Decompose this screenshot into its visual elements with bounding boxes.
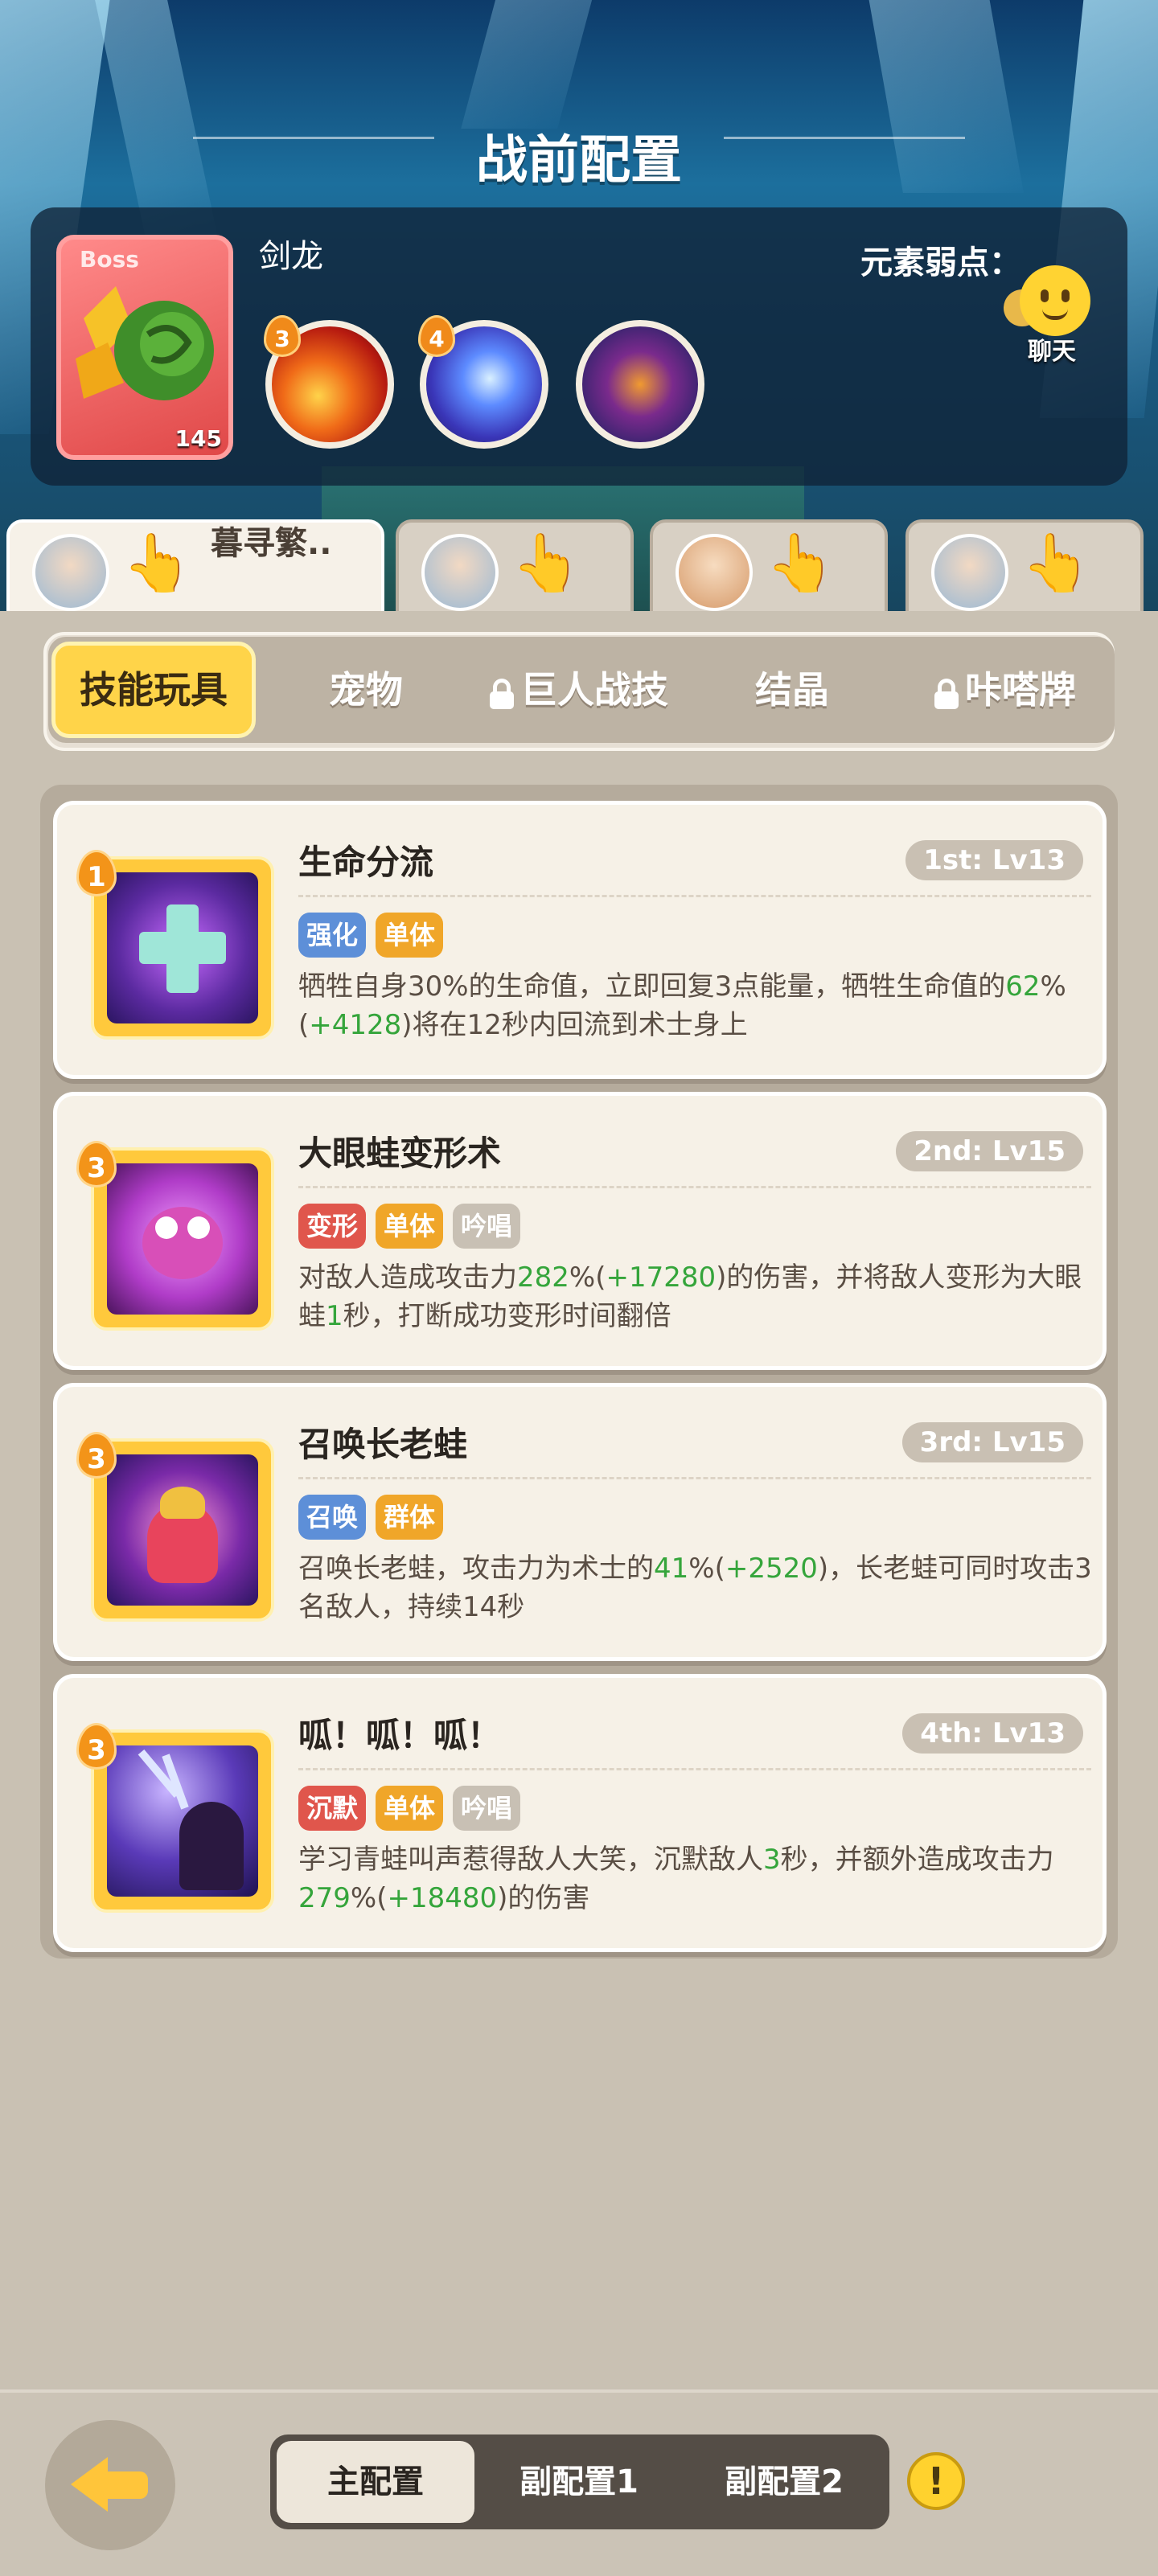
boss-card[interactable]: Boss 145: [56, 235, 233, 460]
skill-icon-frame: [91, 1438, 274, 1622]
hero-tab-2[interactable]: 👆: [396, 519, 634, 616]
skill-title: 大眼蛙变形术: [298, 1134, 502, 1173]
skill-icon-frame: [91, 856, 274, 1040]
life-tap-icon: [107, 872, 258, 1023]
boss-name: 剑龙: [259, 238, 323, 275]
divider: [298, 1768, 1091, 1770]
tap-hand-icon: 👆: [766, 530, 836, 596]
tab-pets[interactable]: 宠物: [290, 637, 442, 743]
divider: [298, 895, 1091, 897]
tap-hand-icon: 👆: [1021, 530, 1092, 596]
elder-frog-icon: [107, 1454, 258, 1606]
skill-description: 对敌人造成攻击力282%(+17280)的伤害，并将敌人变形为大眼蛙1秒，打断成…: [298, 1261, 1082, 1332]
chat-label: 聊天: [1028, 338, 1076, 366]
skill-card[interactable]: 3 呱！呱！呱！ 4th: Lv13 沉默 单体 吟唱 学习青蛙叫声惹得敌人大笑…: [53, 1674, 1107, 1952]
tab-giant-skill[interactable]: 巨人战技: [474, 637, 684, 743]
skill-title: 召唤长老蛙: [298, 1425, 468, 1464]
skill-tag: 单体: [376, 913, 444, 958]
skill-tag: 单体: [376, 1786, 444, 1831]
hero-avatar: [32, 534, 109, 611]
skill-tags: 沉默 单体 吟唱: [298, 1786, 521, 1831]
skill-tag: 吟唱: [453, 1786, 521, 1831]
chat-icon: [1020, 265, 1090, 336]
skill-card[interactable]: 3 召唤长老蛙 3rd: Lv15 召唤 群体 召唤长老蛙，攻击力为术士的41%…: [53, 1383, 1107, 1661]
skill-tag: 吟唱: [453, 1204, 521, 1249]
skill-title: 呱！呱！呱！: [298, 1716, 502, 1755]
skill-tag: 召唤: [298, 1495, 367, 1540]
tab-main-config[interactable]: 主配置: [277, 2441, 474, 2523]
skill-rank: 3rd: Lv15: [901, 1422, 1083, 1462]
skill-tags: 强化 单体: [298, 913, 444, 958]
tab-giant-skill-label: 巨人战技: [520, 668, 668, 712]
skill-icon-frame: [91, 1729, 274, 1913]
tab-sub-config-2[interactable]: 副配置2: [684, 2441, 885, 2523]
skill-icon-frame: [91, 1147, 274, 1331]
hero-avatar: [676, 534, 753, 611]
hero-tab-3[interactable]: 👆: [650, 519, 888, 616]
hero-avatar: [421, 534, 499, 611]
skill-tags: 变形 单体 吟唱: [298, 1204, 521, 1249]
warning-button[interactable]: !: [907, 2452, 965, 2510]
hero-name: 暮寻繁..: [211, 525, 332, 562]
skill-rank: 4th: Lv13: [902, 1713, 1083, 1754]
skill-title: 生命分流: [298, 843, 434, 882]
tab-card-label: 咔嗒牌: [965, 668, 1076, 712]
tap-hand-icon: 👆: [511, 530, 582, 596]
skill-tags: 召唤 群体: [298, 1495, 444, 1540]
tab-crystal[interactable]: 结晶: [716, 637, 868, 743]
silence-croak-icon: [107, 1745, 258, 1897]
tap-hand-icon: 👆: [122, 530, 193, 596]
tab-card[interactable]: 咔嗒牌: [909, 637, 1102, 743]
divider: [298, 1477, 1091, 1479]
chat-button[interactable]: 聊天: [996, 241, 1108, 366]
demon-face-icon: [582, 326, 698, 442]
lock-icon: [934, 678, 959, 709]
frog-polymorph-icon: [107, 1163, 258, 1315]
boss-skill-dark[interactable]: [576, 320, 704, 449]
tab-sub-config-1[interactable]: 副配置1: [482, 2441, 676, 2523]
boss-level: 145: [175, 425, 222, 452]
skill-description: 牺牲自身30%的生命值，立即回复3点能量，牺牲生命值的62%(+4128)将在1…: [298, 970, 1066, 1041]
skill-tag: 变形: [298, 1204, 367, 1249]
skill-description: 召唤长老蛙，攻击力为术士的41%(+2520)，长老蛙可同时攻击3名敌人，持续1…: [298, 1553, 1092, 1623]
back-arrow-icon: [45, 2420, 175, 2550]
skill-rank: 2nd: Lv15: [896, 1131, 1083, 1171]
skill-tag: 强化: [298, 913, 367, 958]
exclamation-icon: !: [927, 2459, 945, 2503]
skill-card[interactable]: 3 大眼蛙变形术 2nd: Lv15 变形 单体 吟唱 对敌人造成攻击力282%…: [53, 1092, 1107, 1370]
hero-tab-4[interactable]: 👆: [905, 519, 1144, 616]
back-button[interactable]: [45, 2420, 175, 2550]
skill-description: 学习青蛙叫声惹得敌人大笑，沉默敌人3秒，并额外造成攻击力279%(+18480)…: [298, 1844, 1054, 1914]
hero-avatar: [931, 534, 1008, 611]
skill-tag: 沉默: [298, 1786, 367, 1831]
stegosaurus-portrait-icon: [76, 286, 214, 400]
skill-tag: 单体: [376, 1204, 444, 1249]
tab-skill-toys[interactable]: 技能玩具: [51, 637, 256, 743]
skill-card[interactable]: 1 生命分流 1st: Lv13 强化 单体 牺牲自身30%的生命值，立即回复3…: [53, 801, 1107, 1079]
skill-tag: 群体: [376, 1495, 444, 1540]
page-title: 战前配置: [476, 131, 682, 191]
divider: [298, 1186, 1091, 1188]
boss-tag: Boss: [80, 246, 139, 273]
skill-rank: 1st: Lv13: [905, 840, 1083, 880]
lock-icon: [490, 678, 514, 709]
